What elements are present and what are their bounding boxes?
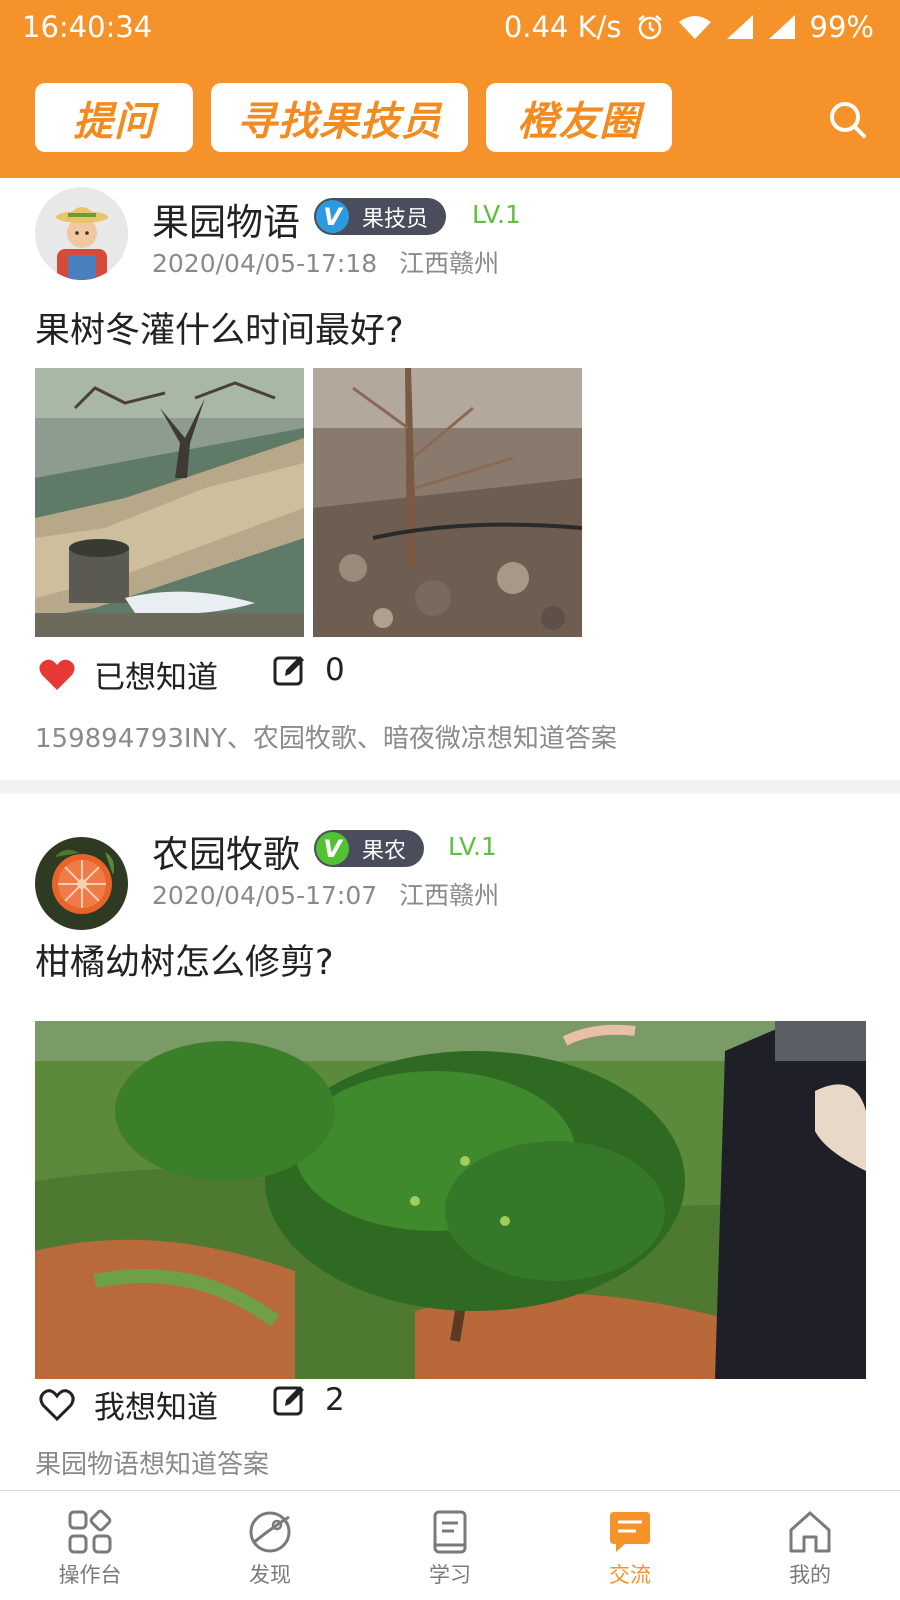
want-label: 我想知道	[94, 1390, 218, 1426]
edit-icon	[273, 1386, 304, 1416]
answer-count: 2	[325, 1382, 345, 1418]
post-timestamp: 2020/04/05-17:07	[152, 881, 378, 910]
bottom-navigation: 操作台 发现 学习 交流 我的	[0, 1490, 900, 1600]
nav-label: 我的	[789, 1563, 831, 1587]
ask-question-button[interactable]: 提问	[35, 83, 193, 152]
question-post[interactable]: 果园物语 V 果技员 LV.1 2020/04/05-17:18 江西赣州 果树…	[0, 178, 900, 778]
book-icon	[433, 1510, 467, 1554]
status-time: 16:40:34	[22, 10, 153, 44]
signal-icon	[768, 14, 796, 40]
grid-icon	[68, 1509, 112, 1554]
nav-label: 学习	[429, 1563, 471, 1587]
orange-friends-circle-button[interactable]: 橙友圈	[486, 83, 672, 152]
avatar[interactable]	[35, 837, 128, 930]
question-post[interactable]: 农园牧歌 V 果农 LV.1 2020/04/05-17:07 江西赣州 柑橘幼…	[0, 794, 900, 1490]
question-text[interactable]: 果树冬灌什么时间最好?	[35, 302, 404, 353]
nav-label: 交流	[609, 1563, 651, 1587]
status-bar: 16:40:34 0.44 K/s 99%	[0, 0, 900, 56]
citrus-young-tree-photo[interactable]	[35, 1021, 866, 1379]
role-badge: V 果农	[314, 830, 425, 867]
avatar[interactable]	[35, 187, 128, 280]
nav-item-mine[interactable]: 我的	[720, 1491, 900, 1600]
post-location: 江西赣州	[399, 881, 500, 910]
level-label: LV.1	[472, 200, 521, 229]
alarm-icon	[636, 13, 664, 41]
user-name[interactable]: 果园物语	[152, 192, 300, 246]
edit-icon	[273, 656, 304, 686]
role-label: 果技员	[362, 206, 429, 232]
status-indicators: 0.44 K/s 99%	[504, 10, 874, 44]
battery-level: 99%	[809, 10, 874, 44]
nav-label: 操作台	[58, 1563, 122, 1587]
want-label: 已想知道	[94, 660, 218, 696]
heart-filled-icon	[39, 659, 75, 690]
want-to-know-button[interactable]: 已想知道	[38, 652, 218, 697]
nav-item-study[interactable]: 学习	[360, 1491, 540, 1600]
nav-item-console[interactable]: 操作台	[0, 1491, 180, 1600]
nav-label: 发现	[249, 1563, 291, 1587]
nav-item-discover[interactable]: 发现	[180, 1491, 360, 1600]
answer-button[interactable]: 0	[273, 652, 345, 688]
chat-icon	[610, 1512, 650, 1552]
answer-count: 0	[325, 652, 345, 688]
level-label: LV.1	[448, 832, 497, 861]
role-badge: V 果技员	[314, 198, 447, 235]
post-separator	[0, 780, 900, 794]
question-text[interactable]: 柑橘幼树怎么修剪?	[35, 934, 334, 985]
watchers-text: 159894793INY、农园牧歌、暗夜微凉想知道答案	[35, 724, 617, 754]
find-technician-button[interactable]: 寻找果技员	[211, 83, 468, 152]
app-screen: 16:40:34 0.44 K/s 99% 提问 寻找果技员 橙友圈 果园物语 …	[0, 0, 900, 1600]
post-meta: 2020/04/05-17:07 江西赣州	[152, 876, 499, 912]
want-to-know-button[interactable]: 我想知道	[38, 1382, 218, 1427]
signal-icon	[726, 14, 754, 40]
watchers-text: 果园物语想知道答案	[35, 1450, 270, 1480]
verified-icon: V	[316, 832, 349, 865]
verified-icon: V	[316, 200, 349, 233]
network-speed: 0.44 K/s	[503, 10, 622, 44]
post-timestamp: 2020/04/05-17:18	[152, 249, 378, 278]
heart-outline-icon	[39, 1388, 75, 1421]
search-icon[interactable]	[826, 98, 870, 142]
answer-button[interactable]: 2	[273, 1382, 345, 1418]
top-header: 16:40:34 0.44 K/s 99% 提问 寻找果技员 橙友圈	[0, 0, 900, 178]
nav-item-communicate[interactable]: 交流	[540, 1491, 720, 1600]
orchard-irrigation-photo[interactable]	[35, 368, 304, 637]
home-icon	[789, 1511, 831, 1553]
post-meta: 2020/04/05-17:18 江西赣州	[152, 244, 499, 280]
planet-icon	[249, 1511, 291, 1553]
user-name[interactable]: 农园牧歌	[152, 824, 300, 878]
role-label: 果农	[362, 838, 407, 864]
wifi-icon	[678, 14, 712, 40]
young-tree-soil-photo[interactable]	[313, 368, 582, 637]
post-location: 江西赣州	[399, 249, 500, 278]
